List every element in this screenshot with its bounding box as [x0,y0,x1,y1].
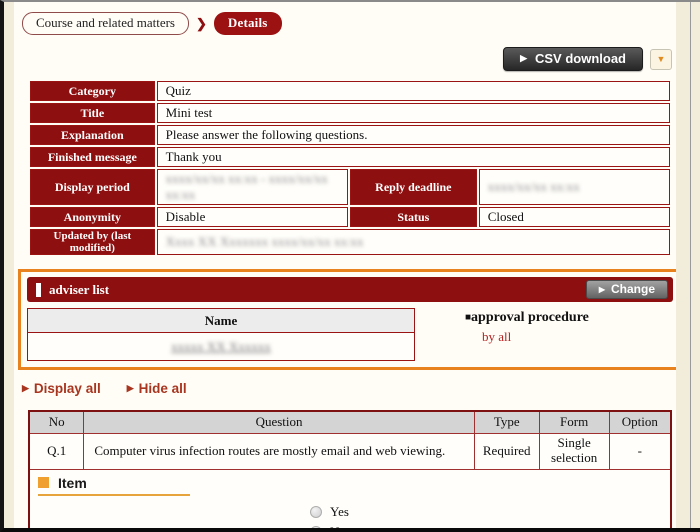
item-section-title: Item [58,475,87,491]
toolbar: ▶ CSV download ▼ [14,47,672,71]
orange-square-icon [38,477,49,488]
breadcrumb: Course and related matters ❯ Details [22,12,676,35]
hide-all-link[interactable]: ▶ Hide all [127,381,187,396]
updated-by-label: Updated by (last modified) [30,229,155,255]
adviser-list-title: adviser list [49,282,586,298]
category-label: Category [30,81,155,101]
radio-button-no[interactable] [310,526,322,529]
column-header-form: Form [539,411,609,433]
anonymity-value: Disable [157,207,348,227]
display-period-label: Display period [30,169,155,205]
adviser-list-section: adviser list ▶ Change Name xxxxx XX Xxxx… [18,269,676,370]
csv-download-button[interactable]: ▶ CSV download [503,47,643,71]
status-value: Closed [479,207,670,227]
table-row: Category Quiz [30,81,670,101]
approval-procedure-block: ■approval procedure by all [465,308,589,361]
adviser-list-header-bar: adviser list ▶ Change [27,277,673,302]
change-button-label: Change [611,282,655,296]
chevron-right-icon: ❯ [196,16,207,32]
question-form: Single selection [539,433,609,469]
adviser-name-table: Name xxxxx XX Xxxxxx [27,308,415,361]
list-item: No [310,522,670,529]
change-button[interactable]: ▶ Change [586,280,668,299]
item-section-row: Item Yes No [29,469,671,528]
question-number: Q.1 [29,433,84,469]
explanation-value: Please answer the following questions. [157,125,670,145]
item-section-header: Item [38,475,190,496]
answer-options: Yes No [310,502,670,529]
table-row: Anonymity Disable Status Closed [30,207,670,227]
section-marker-icon [36,283,41,297]
play-arrow-icon: ▶ [599,285,605,294]
question-type: Required [474,433,539,469]
table-row: Display period xxxx/xx/xx xx:xx - xxxx/x… [30,169,670,205]
page-content: Course and related matters ❯ Details ▶ C… [14,2,676,528]
quiz-details-table: Category Quiz Title Mini test Explanatio… [28,79,672,257]
reply-deadline-label: Reply deadline [350,169,477,205]
adviser-list-body: Name xxxxx XX Xxxxxx ■approval procedure… [27,308,673,361]
table-row: Title Mini test [30,103,670,123]
table-row: Updated by (last modified) Xxxx XX Xxxxx… [30,229,670,255]
breadcrumb-parent-link[interactable]: Course and related matters [22,12,189,35]
column-header-option: Option [609,411,671,433]
display-period-value-redacted: xxxx/xx/xx xx:xx - xxxx/xx/xx xx:xx [157,169,348,205]
play-arrow-icon: ▶ [127,383,134,394]
title-value: Mini test [157,103,670,123]
title-label: Title [30,103,155,123]
list-item: Yes [310,502,670,522]
explanation-label: Explanation [30,125,155,145]
updated-by-value-redacted: Xxxx XX Xxxxxxx xxxx/xx/xx xx:xx [157,229,670,255]
question-row: Q.1 Computer virus infection routes are … [29,433,671,469]
column-header-type: Type [474,411,539,433]
question-table: No Question Type Form Option Q.1 Compute… [28,410,672,528]
approval-procedure-title: ■approval procedure [465,310,589,326]
play-arrow-icon: ▶ [520,53,527,64]
column-header-question: Question [84,411,474,433]
chevron-down-icon: ▼ [657,54,666,64]
csv-download-label: CSV download [535,51,626,66]
column-header-no: No [29,411,84,433]
play-arrow-icon: ▶ [22,383,29,394]
category-value: Quiz [157,81,670,101]
question-option: - [609,433,671,469]
expand-collapse-links: ▶ Display all ▶ Hide all [22,381,676,396]
table-row: xxxxx XX Xxxxxx [28,333,414,360]
question-table-header-row: No Question Type Form Option [29,411,671,433]
approval-procedure-value: by all [482,329,589,345]
anonymity-label: Anonymity [30,207,155,227]
display-all-link[interactable]: ▶ Display all [22,381,101,396]
question-text: Computer virus infection routes are most… [84,433,474,469]
table-row: Explanation Please answer the following … [30,125,670,145]
breadcrumb-current-badge: Details [214,12,282,35]
radio-label-yes: Yes [330,504,349,520]
dropdown-toggle-button[interactable]: ▼ [650,49,672,70]
adviser-name-link-redacted[interactable]: xxxxx XX Xxxxxx [171,339,271,355]
table-row: Finished message Thank you [30,147,670,167]
window-edge-divider [690,0,691,532]
radio-label-no: No [330,524,346,529]
finished-message-value: Thank you [157,147,670,167]
status-label: Status [350,207,477,227]
radio-button-yes[interactable] [310,506,322,518]
reply-deadline-value-redacted: xxxx/xx/xx xx:xx [479,169,670,205]
finished-message-label: Finished message [30,147,155,167]
item-section: Item Yes No [29,469,671,528]
name-column-header: Name [28,309,414,333]
